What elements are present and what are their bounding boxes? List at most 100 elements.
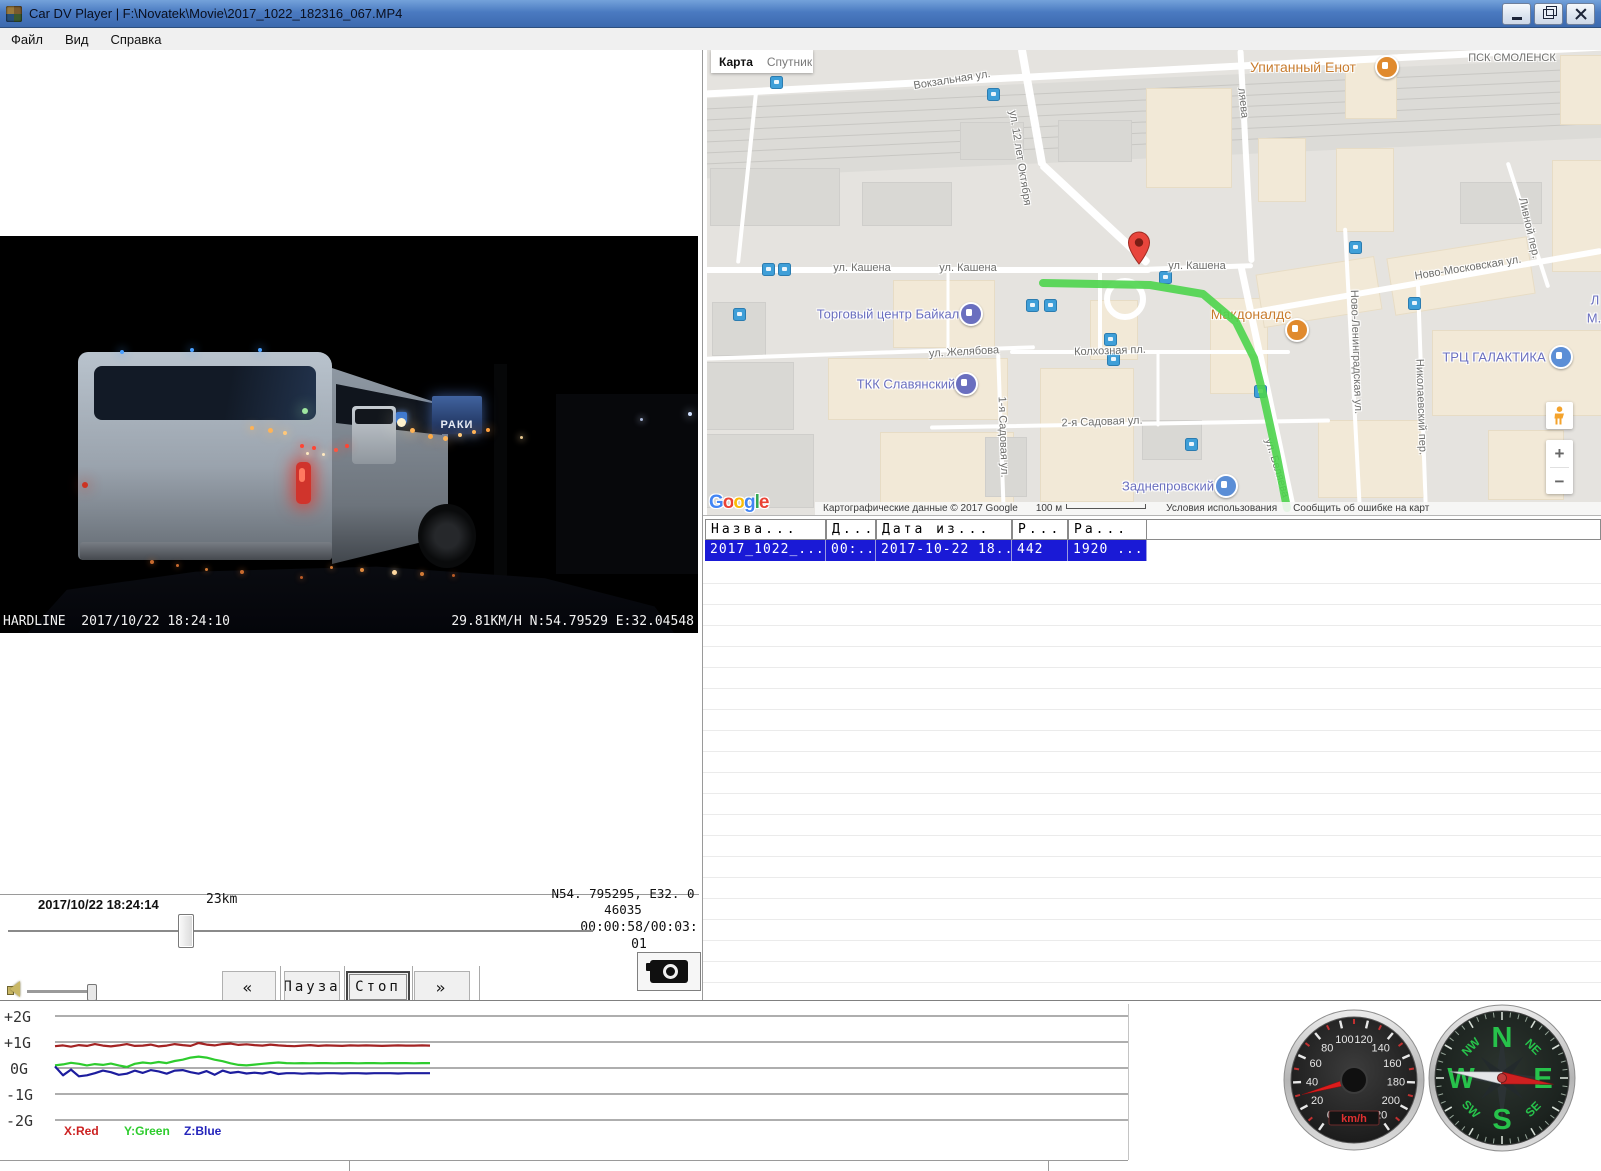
google-map[interactable]: Вокзальная ул.ул. 12 лет Октябряляеваул.… xyxy=(707,50,1601,515)
map-type-satellite-button[interactable]: Спутник xyxy=(767,55,812,69)
file-list-row-cell[interactable]: 1920 ... xyxy=(1068,540,1147,561)
seek-slider[interactable] xyxy=(8,930,593,933)
video-hood-reflection xyxy=(205,568,208,571)
volume-slider-thumb[interactable] xyxy=(87,984,97,1001)
gsensor-ylabel: 0G xyxy=(10,1060,28,1078)
file-list-grid-line xyxy=(703,604,1601,605)
video-overlay-left: HARDLINE 2017/10/22 18:24:10 xyxy=(3,614,230,629)
snapshot-button[interactable] xyxy=(637,952,701,991)
video-light xyxy=(397,418,406,427)
map-type-map-button[interactable]: Карта xyxy=(719,55,753,69)
file-list-grid-line xyxy=(703,919,1601,920)
gps-route-overlay xyxy=(707,50,1601,515)
svg-text:160: 160 xyxy=(1383,1058,1401,1070)
svg-text:180: 180 xyxy=(1387,1077,1405,1089)
volume-slider[interactable] xyxy=(27,990,95,994)
close-button[interactable] xyxy=(1566,3,1595,25)
titlebar[interactable]: Car DV Player | F:\Novatek\Movie\2017_10… xyxy=(0,0,1601,28)
file-list-grid-line xyxy=(703,583,1601,584)
file-list-grid-line xyxy=(703,625,1601,626)
video-light xyxy=(120,350,124,354)
menu-file[interactable]: Файл xyxy=(0,30,54,49)
svg-text:100: 100 xyxy=(1335,1034,1353,1046)
menu-view[interactable]: Вид xyxy=(54,30,100,49)
file-list-grid-line xyxy=(703,814,1601,815)
video-van-rear-window xyxy=(94,366,316,420)
video-light xyxy=(82,482,88,488)
gsensor-ylabel: +2G xyxy=(4,1008,31,1026)
video-hood-reflection xyxy=(330,566,333,569)
elapsed-time-label: 00:00:58/00:03:01 xyxy=(580,919,698,953)
pegman-control[interactable] xyxy=(1546,402,1573,429)
video-light xyxy=(322,453,325,456)
video-light xyxy=(472,430,476,434)
video-light xyxy=(190,348,194,352)
zoom-in-button[interactable]: + xyxy=(1546,440,1573,467)
file-list-row-cell[interactable]: 2017-10-22 18... xyxy=(876,540,1012,561)
video-light xyxy=(302,408,308,414)
scale-bar xyxy=(1066,504,1146,509)
svg-text:80: 80 xyxy=(1321,1043,1333,1055)
minimize-button[interactable] xyxy=(1502,3,1531,25)
video-dark-buildings xyxy=(556,394,698,574)
video-light xyxy=(345,444,349,448)
window-title: Car DV Player | F:\Novatek\Movie\2017_10… xyxy=(29,6,402,21)
speedometer-gauge: 020406080100120140160180200220km/h xyxy=(1282,1008,1426,1152)
camera-icon xyxy=(650,960,688,983)
menu-help[interactable]: Справка xyxy=(100,30,173,49)
video-light xyxy=(306,452,309,455)
file-list-grid-line xyxy=(703,961,1601,962)
video-light xyxy=(334,448,338,452)
file-list-header-1[interactable]: Д... xyxy=(826,519,876,540)
minimize-icon xyxy=(1512,17,1522,20)
file-list-header-2[interactable]: Дата из... xyxy=(876,519,1012,540)
gsensor-ylabel: -1G xyxy=(6,1086,33,1104)
video-light xyxy=(268,428,273,433)
car-dv-player-window: Car DV Player | F:\Novatek\Movie\2017_10… xyxy=(0,0,1601,1171)
terms-link[interactable]: Условия использования xyxy=(1166,503,1277,514)
file-list-row-cell[interactable]: 2017_1022_... xyxy=(705,540,826,561)
pegman-icon xyxy=(1553,406,1566,425)
bottom-tick xyxy=(1048,1160,1049,1171)
pause-button[interactable]: Пауза xyxy=(284,971,340,1003)
seek-slider-thumb[interactable] xyxy=(178,914,194,948)
file-list-header-0[interactable]: Назва... xyxy=(705,519,826,540)
file-list-header-filler xyxy=(1147,519,1601,540)
file-list-row-cell[interactable]: 442 xyxy=(1012,540,1068,561)
map-type-control: Карта Спутник xyxy=(711,50,813,73)
video-light xyxy=(300,444,304,448)
video-display: РАКИ HARDLINE 2017/10/22 18:24:10 29.81K… xyxy=(0,236,698,633)
video-billboard: РАКИ xyxy=(432,396,482,434)
svg-text:20: 20 xyxy=(1311,1095,1323,1107)
rewind-button[interactable]: « xyxy=(222,971,276,1003)
zoom-out-button[interactable]: − xyxy=(1546,468,1573,495)
svg-text:N: N xyxy=(1492,1022,1513,1054)
file-list-grid-line xyxy=(703,898,1601,899)
video-light xyxy=(640,418,643,421)
video-hood-reflection xyxy=(176,564,179,567)
video-hood-reflection xyxy=(150,560,154,564)
video-overlay-right: 29.81KM/H N:54.79529 E:32.04548 xyxy=(451,614,694,629)
video-distant-van-window xyxy=(355,409,393,424)
video-light xyxy=(458,433,462,437)
video-hood-reflection xyxy=(452,574,455,577)
chart-bottom-line xyxy=(0,1160,1128,1161)
file-list-row-cell[interactable]: 00:... xyxy=(826,540,876,561)
svg-text:km/h: km/h xyxy=(1341,1113,1367,1125)
video-hood-reflection xyxy=(360,568,364,572)
forward-button[interactable]: » xyxy=(414,971,470,1003)
file-list-header-3[interactable]: Р... xyxy=(1012,519,1068,540)
file-list-header-4[interactable]: Ра... xyxy=(1068,519,1147,540)
video-light xyxy=(258,348,262,352)
video-van-taillight xyxy=(296,462,311,504)
restore-button[interactable] xyxy=(1534,3,1563,25)
gsensor-legend-item: X:Red xyxy=(64,1124,99,1138)
video-light xyxy=(443,436,448,441)
video-van-wheel xyxy=(418,504,476,568)
menubar: Файл Вид Справка xyxy=(0,28,1601,50)
svg-text:120: 120 xyxy=(1354,1034,1372,1046)
report-error-link[interactable]: Сообщить об ошибке на карт xyxy=(1293,503,1429,514)
stop-button[interactable]: Стоп xyxy=(346,971,410,1003)
google-logo: Google xyxy=(709,492,768,514)
video-light xyxy=(312,446,316,450)
